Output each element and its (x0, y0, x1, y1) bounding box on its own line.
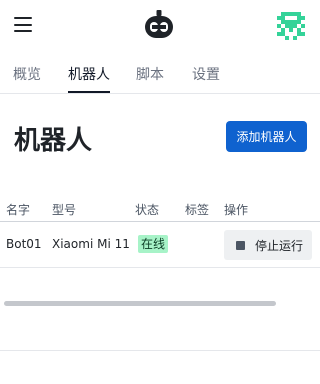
column-header-tags: 标签 (185, 203, 210, 217)
tab-overview[interactable]: 概览 (13, 64, 41, 84)
page-title: 机器人 (14, 126, 93, 156)
stop-running-button[interactable]: 停止运行 (224, 230, 312, 260)
column-header-actions: 操作 (224, 203, 249, 217)
tab-scripts[interactable]: 脚本 (136, 64, 164, 84)
avatar[interactable] (277, 12, 305, 40)
column-header-name: 名字 (6, 203, 31, 217)
stop-icon (236, 240, 245, 250)
column-header-status: 状态 (135, 203, 160, 217)
stop-running-label: 停止运行 (255, 238, 304, 253)
horizontal-scrollbar[interactable] (4, 301, 276, 306)
status-badge: 在线 (138, 235, 169, 253)
robot-model: Xiaomi Mi 11 (52, 237, 130, 251)
tab-settings[interactable]: 设置 (192, 64, 220, 84)
robot-logo-icon (145, 10, 173, 38)
column-header-model: 型号 (52, 203, 77, 217)
divider (0, 350, 320, 351)
top-bar (0, 0, 320, 52)
table-header: 名字 型号 状态 标签 操作 (0, 196, 320, 222)
robot-name: Bot01 (6, 237, 42, 251)
table-row: Bot01 Xiaomi Mi 11 在线 停止运行 (0, 222, 320, 268)
tab-robots[interactable]: 机器人 (68, 64, 110, 93)
tab-bar: 概览 机器人 脚本 设置 (0, 52, 320, 94)
add-robot-button[interactable]: 添加机器人 (226, 121, 307, 152)
hamburger-menu-icon[interactable] (14, 17, 32, 33)
